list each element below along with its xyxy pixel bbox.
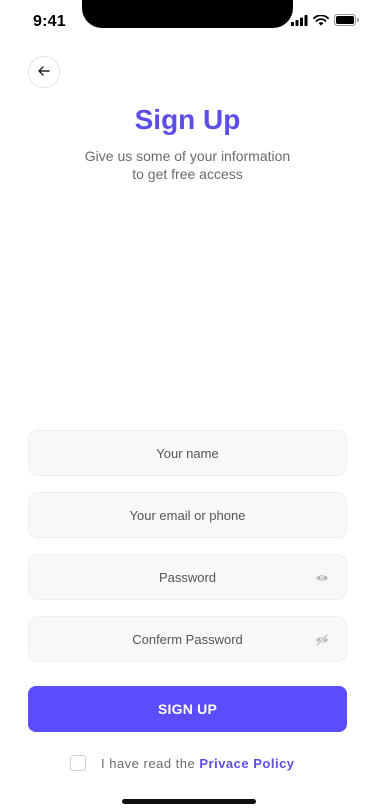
page-title: Sign Up bbox=[134, 104, 241, 135]
agreement-label: I have read the bbox=[101, 755, 196, 771]
privacy-agreement-text: I have read the Privace Policy bbox=[101, 756, 295, 771]
subtitle-line-1: Give us some of your information bbox=[84, 148, 291, 164]
arrow-left-icon bbox=[38, 63, 50, 81]
eye-off-icon[interactable] bbox=[314, 632, 330, 648]
sign-up-button[interactable]: SIGN UP bbox=[28, 686, 347, 732]
wifi-icon bbox=[313, 14, 329, 26]
confirm-password-input[interactable] bbox=[29, 617, 346, 661]
battery-icon bbox=[334, 14, 359, 26]
back-button[interactable] bbox=[28, 56, 60, 88]
eye-icon[interactable] bbox=[314, 570, 330, 586]
email-input[interactable] bbox=[29, 493, 346, 537]
privacy-checkbox[interactable] bbox=[70, 755, 86, 771]
name-field bbox=[28, 430, 347, 476]
home-indicator bbox=[122, 799, 256, 804]
status-icons bbox=[291, 14, 359, 26]
name-input[interactable] bbox=[29, 431, 346, 475]
password-field bbox=[28, 554, 347, 600]
cellular-signal-icon bbox=[291, 14, 308, 26]
subtitle-line-2: to get free access bbox=[132, 166, 243, 182]
password-input[interactable] bbox=[29, 555, 346, 599]
email-field bbox=[28, 492, 347, 538]
status-bar: 9:41 bbox=[0, 0, 375, 44]
page-subtitle: Give us some of your information to get … bbox=[0, 147, 375, 183]
privacy-policy-link[interactable]: Privace Policy bbox=[199, 756, 294, 771]
privacy-agreement: I have read the Privace Policy bbox=[70, 755, 295, 771]
confirm-password-field bbox=[28, 616, 347, 662]
status-time: 9:41 bbox=[33, 13, 66, 30]
device-notch bbox=[82, 0, 293, 28]
